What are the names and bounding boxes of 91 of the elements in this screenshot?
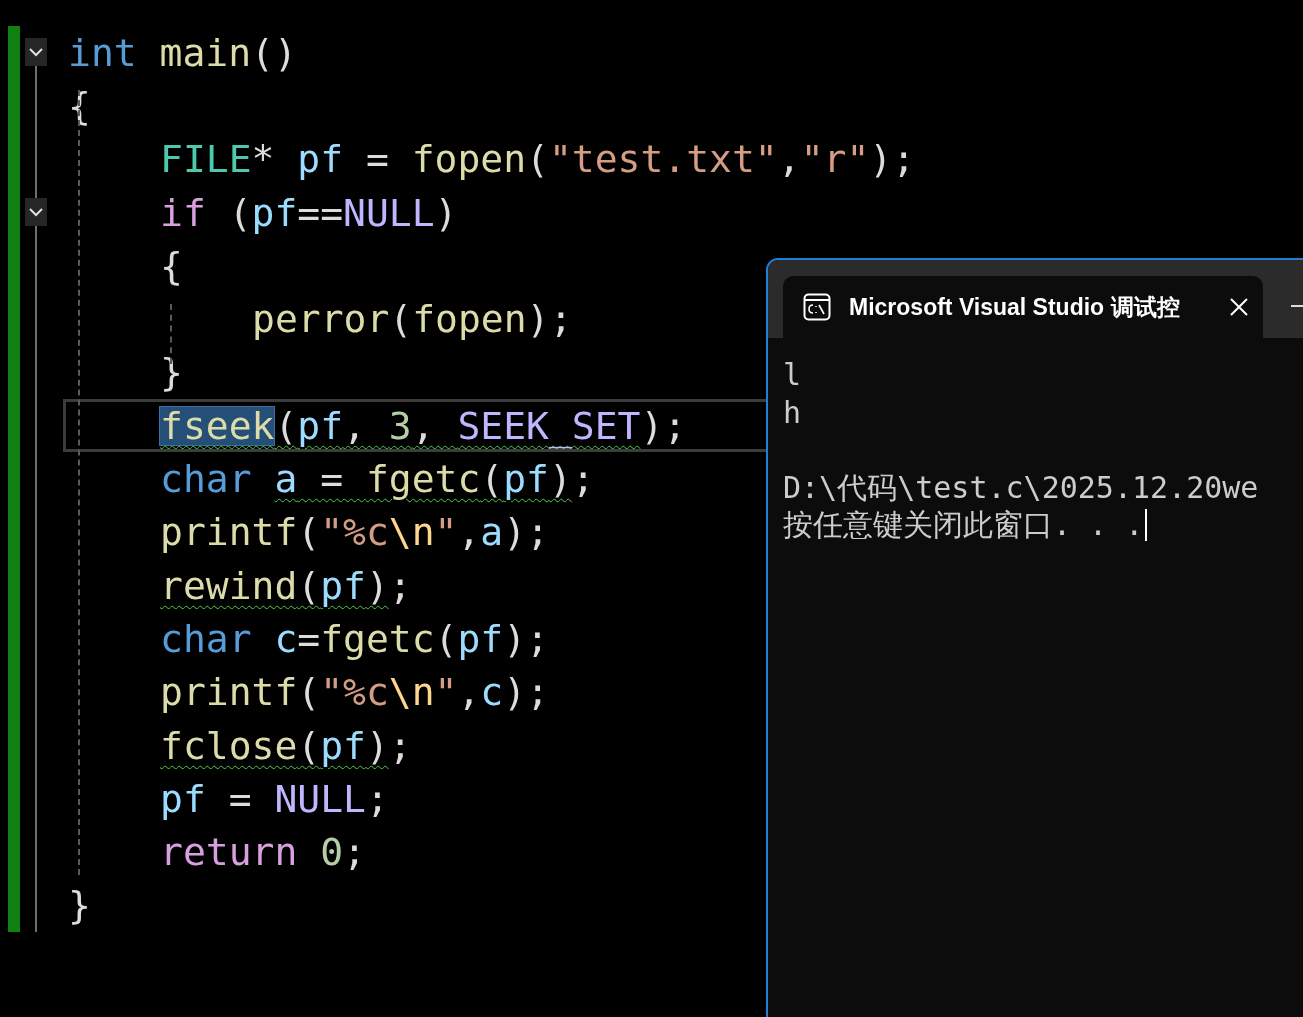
code-token: 3: [388, 406, 412, 445]
code-token: "%c: [320, 673, 389, 712]
code-token: );: [503, 513, 549, 552]
code-token: pf: [320, 726, 366, 765]
code-token: (): [251, 33, 297, 72]
code-token: fopen: [411, 140, 527, 179]
code-token: (: [480, 460, 504, 498]
code-token: char: [160, 460, 253, 498]
code-token: (: [297, 566, 321, 605]
code-token: pf: [297, 140, 344, 179]
code-token: c: [274, 619, 298, 658]
code-token: printf: [160, 513, 298, 552]
code-token: pf: [503, 460, 549, 498]
code-token: \n: [388, 673, 435, 712]
code-token: ;: [388, 566, 412, 605]
code-token: );: [503, 619, 549, 658]
terminal-icon: [803, 293, 831, 321]
tab-title: Microsoft Visual Studio 调试控: [849, 292, 1180, 322]
code-token: =: [319, 460, 345, 498]
code-token: (: [434, 619, 458, 658]
code-token: ;: [365, 779, 389, 818]
code-token: );: [869, 140, 916, 179]
code-token: ): [365, 726, 389, 765]
code-token: fgetc: [365, 460, 481, 498]
code-token: 0: [320, 833, 344, 872]
code-token: if: [160, 193, 206, 232]
code-token: (: [297, 726, 321, 765]
console-tab[interactable]: Microsoft Visual Studio 调试控: [783, 276, 1263, 338]
code-token: (: [389, 300, 413, 339]
code-token: }: [68, 886, 91, 925]
code-token: ): [434, 193, 458, 232]
collapse-icon[interactable]: [25, 38, 47, 66]
code-token: fclose: [160, 726, 298, 765]
code-token: ": [434, 673, 458, 712]
selected-code-token: fseek: [160, 406, 275, 445]
code-token: ;: [343, 833, 366, 872]
code-token: pf: [320, 566, 366, 605]
code-token: ;: [388, 726, 412, 765]
collapse-icon[interactable]: [25, 197, 47, 226]
code-token: int: [68, 33, 138, 72]
console-output-line: l: [783, 356, 802, 394]
code-token: fgetc: [320, 619, 435, 658]
code-token: );: [640, 406, 687, 445]
code-token: ;: [571, 460, 595, 498]
console-output-line: 按任意键关闭此窗口. . .: [783, 506, 1144, 544]
code-token: return: [160, 833, 299, 872]
code-token: pf: [297, 406, 344, 445]
code-token: rewind: [160, 566, 298, 605]
code-token: ,: [777, 140, 801, 179]
code-token: "test.txt": [548, 140, 778, 179]
code-token: (: [297, 513, 321, 552]
code-token: NULL: [274, 779, 366, 818]
code-token: NULL: [343, 193, 435, 232]
code-token: );: [526, 300, 573, 339]
code-token: fopen: [412, 300, 527, 339]
code-token: ,: [343, 406, 367, 445]
code-token: ": [434, 513, 458, 552]
code-token: pf: [160, 779, 206, 818]
code-token: main: [159, 33, 252, 72]
code-token: \n: [388, 513, 435, 552]
console-output-line: D:\代码\test.c\2025.12.20we: [783, 468, 1259, 506]
code-token: FILE: [160, 140, 252, 179]
code-token: ,: [457, 513, 481, 552]
code-token: *: [251, 140, 276, 179]
code-token: "%c: [320, 513, 389, 552]
code-token: ): [548, 460, 572, 498]
code-token: (: [526, 140, 549, 179]
text-cursor: [1145, 508, 1148, 541]
code-token: =: [297, 619, 321, 658]
close-icon[interactable]: [1229, 297, 1249, 317]
code-token: =: [364, 140, 390, 179]
code-token: ,: [457, 673, 481, 712]
code-token: c: [480, 673, 504, 712]
code-token: printf: [160, 673, 298, 712]
code-token: ,: [411, 406, 436, 445]
code-token: (: [274, 406, 298, 445]
console-output-line: h: [783, 393, 802, 431]
code-token: =: [227, 779, 253, 818]
code-token: ): [365, 566, 389, 605]
code-token: );: [503, 673, 549, 712]
code-token: a: [480, 513, 504, 552]
code-token: ==: [297, 193, 344, 232]
code-token: perror: [252, 300, 390, 339]
code-token: char: [160, 619, 253, 658]
code-token: pf: [251, 193, 298, 232]
code-token: (: [227, 193, 252, 232]
code-token: a: [274, 460, 298, 498]
code-token: {: [160, 246, 183, 285]
code-token: (: [297, 673, 321, 712]
code-token: "r": [800, 140, 870, 179]
code-token: pf: [457, 619, 504, 658]
